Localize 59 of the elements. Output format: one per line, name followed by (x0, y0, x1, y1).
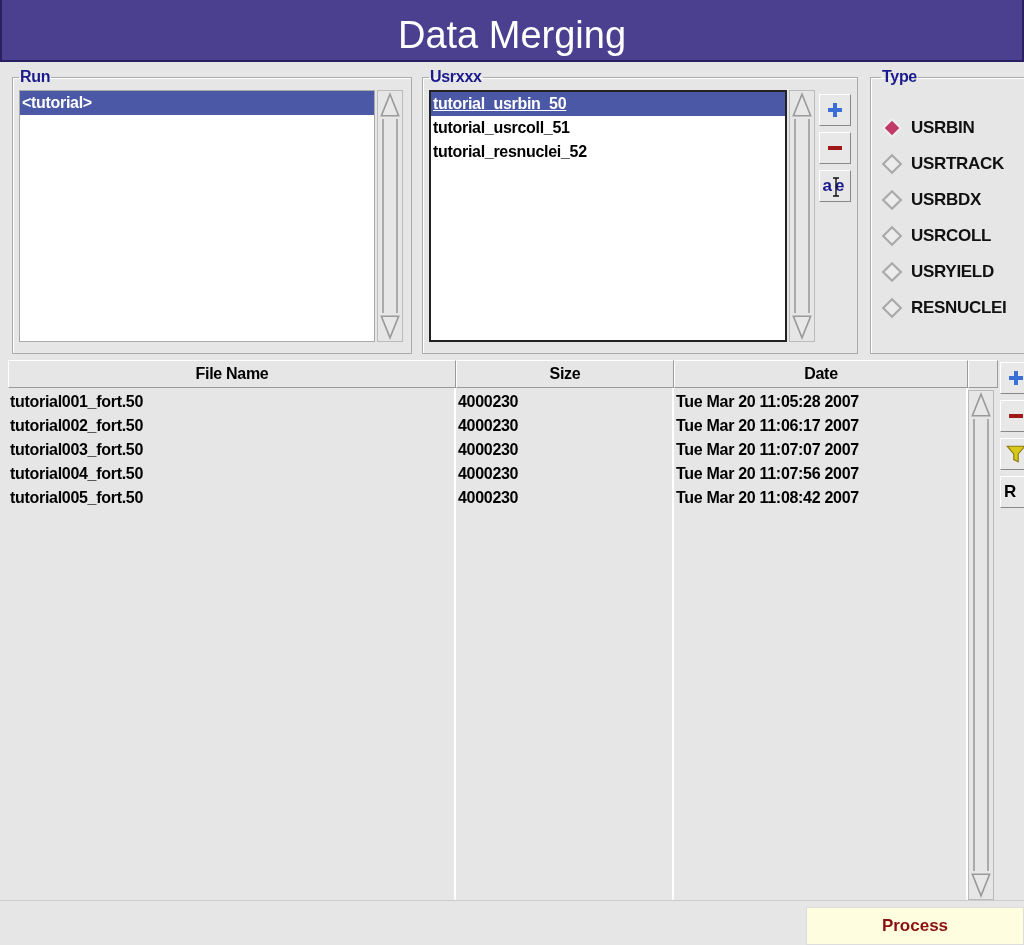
column-header[interactable]: Size (456, 360, 674, 388)
table-cell-text: tutorial005_fort.50 (9, 488, 144, 508)
filter-button[interactable] (1000, 438, 1024, 470)
remove-button[interactable] (819, 132, 851, 164)
table-cell-text: tutorial001_fort.50 (9, 392, 144, 412)
add-button[interactable] (819, 94, 851, 126)
table-cell-text: 4000230 (457, 488, 520, 508)
table-cell-text: Tue Mar 20 11:08:42 2007 (675, 488, 860, 508)
group-label: Usrxxx (429, 68, 483, 86)
list-item[interactable]: tutorial_usrbin_50 (431, 92, 785, 116)
scroll-up-icon[interactable] (970, 391, 992, 419)
scroll-down-icon[interactable] (379, 313, 401, 341)
toolbar-button[interactable]: R (1000, 476, 1024, 508)
radio-button[interactable] (881, 153, 903, 175)
radio-label[interactable]: USRYIELD (911, 262, 994, 282)
radio-label[interactable]: RESNUCLEI (911, 298, 1007, 318)
usrxxx-list[interactable]: tutorial_usrbin_50 tutorial_usrcoll_51 tutorial_resnuclei_52 (429, 90, 787, 342)
scrollbar[interactable] (789, 90, 815, 342)
table-cell-text: Tue Mar 20 11:07:56 2007 (675, 464, 860, 484)
scrollbar[interactable] (968, 390, 994, 900)
funnel-icon (1006, 444, 1024, 464)
scroll-up-icon[interactable] (791, 91, 813, 119)
scroll-up-icon[interactable] (379, 91, 401, 119)
list-item[interactable]: tutorial_usrcoll_51 (431, 116, 785, 140)
plus-icon (1008, 370, 1024, 386)
radio-label[interactable]: USRTRACK (911, 154, 1004, 174)
group-label: Type (881, 68, 918, 86)
table-cell-text: 4000230 (457, 416, 520, 436)
radio-label[interactable]: USRBDX (911, 190, 981, 210)
scroll-down-icon[interactable] (791, 313, 813, 341)
radio-button[interactable] (881, 261, 903, 283)
plus-icon (827, 102, 843, 118)
radio-label[interactable]: USRBIN (911, 118, 975, 138)
table-cell-text: 4000230 (457, 392, 520, 412)
table-cell-text: tutorial003_fort.50 (9, 440, 144, 460)
radio-label[interactable]: USRCOLL (911, 226, 992, 246)
table-cell-text: Tue Mar 20 11:05:28 2007 (675, 392, 860, 412)
group-label: Run (19, 68, 52, 86)
scrollbar[interactable] (377, 90, 403, 342)
radio-button[interactable] (881, 297, 903, 319)
column-header[interactable]: File Name (8, 360, 456, 388)
process-button[interactable]: Process (806, 907, 1024, 945)
table-cell-text: Tue Mar 20 11:06:17 2007 (675, 416, 860, 436)
table-cell-text: 4000230 (457, 440, 520, 460)
radio-button[interactable] (881, 225, 903, 247)
add-button[interactable] (1000, 362, 1024, 394)
window-title: Data Merging (0, 0, 1024, 62)
radio-button[interactable] (881, 189, 903, 211)
table-cell-text: Tue Mar 20 11:07:07 2007 (675, 440, 860, 460)
header-corner (968, 360, 998, 388)
column-header[interactable]: Date (674, 360, 968, 388)
scroll-down-icon[interactable] (970, 871, 992, 899)
list-item[interactable]: <tutorial> (20, 91, 374, 115)
list-item[interactable]: tutorial_resnuclei_52 (431, 140, 785, 164)
table-cell-text: tutorial004_fort.50 (9, 464, 144, 484)
table-cell-text: tutorial002_fort.50 (9, 416, 144, 436)
remove-button[interactable] (1000, 400, 1024, 432)
run-list[interactable]: <tutorial> (19, 90, 375, 342)
table-cell-text: 4000230 (457, 464, 520, 484)
